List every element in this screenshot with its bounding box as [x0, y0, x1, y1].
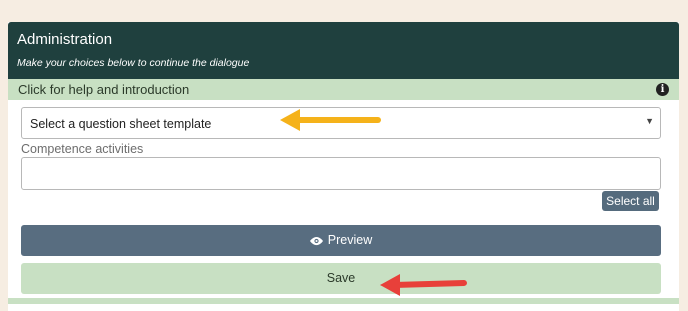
save-button[interactable]: Save: [21, 263, 661, 294]
preview-button[interactable]: Preview: [21, 225, 661, 256]
administration-panel: Administration Make your choices below t…: [8, 22, 679, 311]
help-label: Click for help and introduction: [18, 82, 190, 97]
page-title: Administration: [17, 31, 113, 48]
panel-footer-bar: [8, 298, 679, 304]
preview-label: Preview: [327, 233, 373, 247]
eye-icon: [309, 236, 323, 246]
template-select-value: Select a question sheet template: [30, 117, 212, 131]
competence-activities-input[interactable]: [21, 157, 661, 190]
info-icon[interactable]: i: [656, 83, 669, 96]
annotation-arrow-orange: [280, 109, 381, 131]
select-all-button[interactable]: Select all: [602, 191, 659, 211]
annotation-arrow-red: [380, 274, 467, 296]
caret-down-icon: ▼: [645, 116, 654, 126]
competence-activities-label: Competence activities: [21, 142, 144, 156]
panel-header: Administration Make your choices below t…: [8, 22, 679, 79]
page-subtitle: Make your choices below to continue the …: [17, 57, 250, 69]
help-introduction-bar[interactable]: Click for help and introduction i: [8, 79, 679, 100]
